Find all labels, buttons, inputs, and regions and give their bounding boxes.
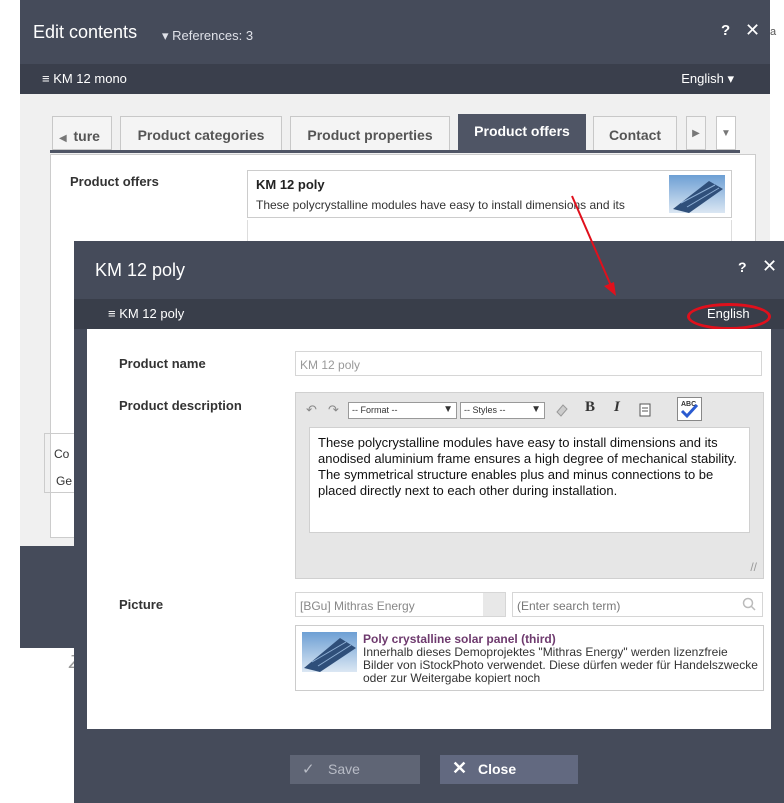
dialog-content: Product name KM 12 poly Product descript… [87, 329, 771, 729]
tab-feature[interactable]: ture [73, 128, 99, 144]
chevron-down-icon: ▼ [443, 404, 453, 415]
tab-product-properties[interactable]: Product properties [290, 116, 450, 150]
dropdown-button[interactable] [483, 593, 505, 616]
picture-label: Picture [119, 597, 164, 612]
content-subtitle: ≡ KM 12 mono [42, 71, 127, 86]
dialog-subbar: ≡ KM 12 poly English [74, 299, 784, 329]
content-subtitle: ≡ KM 12 poly [108, 306, 185, 321]
undo-icon[interactable]: ↶ [306, 402, 317, 418]
picture-description: Innerhalb dieses Demoprojektes "Mithras … [363, 645, 758, 685]
italic-button[interactable]: I [614, 399, 620, 416]
tab-underline [50, 150, 740, 153]
offer-description: These polycrystalline modules have easy … [256, 198, 625, 212]
paste-icon[interactable] [637, 402, 653, 418]
close-button[interactable]: ✕ Close [440, 755, 578, 784]
references-dropdown[interactable]: ▾ References: 3 [162, 28, 253, 44]
dialog-title: Edit contents [33, 22, 138, 42]
fieldset-item: Ge [56, 474, 73, 488]
offer-title: KM 12 poly [256, 177, 325, 192]
picture-result-item[interactable]: Poly crystalline solar panel (third) Inn… [295, 625, 764, 691]
product-offer-item[interactable]: KM 12 poly These polycrystalline modules… [247, 170, 732, 218]
tab-contact[interactable]: Contact [593, 116, 677, 150]
product-name-input[interactable]: KM 12 poly [295, 351, 762, 376]
solar-panel-thumbnail [669, 175, 725, 213]
product-name-label: Product name [119, 356, 206, 371]
bold-button[interactable]: B [585, 399, 595, 416]
resize-handle[interactable]: // [750, 560, 757, 574]
highlight-circle [687, 303, 771, 330]
spellcheck-button[interactable]: ABC [677, 397, 702, 421]
solar-panel-thumbnail [302, 632, 357, 672]
rich-text-editor: ↶ ↷ -- Format -- ▼ -- Styles -- ▼ B I AB… [295, 392, 764, 579]
background-text: a [770, 26, 777, 38]
close-icon[interactable]: ✕ [745, 20, 760, 41]
picture-title: Poly crystalline solar panel (third) [363, 632, 556, 646]
product-description-label: Product description [119, 398, 242, 413]
close-icon: ✕ [452, 758, 468, 778]
format-select[interactable]: -- Format -- ▼ [348, 402, 457, 419]
fieldset-label: Co [54, 447, 70, 461]
close-icon[interactable]: ✕ [762, 256, 777, 277]
eraser-icon[interactable] [554, 402, 570, 418]
edit-offer-dialog: KM 12 poly ? ✕ ≡ KM 12 poly English Prod… [74, 241, 784, 803]
chevron-right-icon[interactable]: ▶ [686, 116, 706, 150]
help-icon[interactable]: ? [721, 22, 730, 39]
help-icon[interactable]: ? [738, 259, 747, 275]
tab-scroll-left[interactable]: ◀ ture [52, 116, 112, 150]
redo-icon[interactable]: ↷ [328, 402, 339, 418]
chevron-down-icon[interactable]: ▼ [716, 116, 736, 150]
language-selector[interactable]: English ▾ [681, 71, 734, 87]
dialog-title: KM 12 poly [95, 260, 186, 280]
dialog-titlebar: Edit contents ▾ References: 3 ? ✕ [20, 0, 770, 64]
styles-select[interactable]: -- Styles -- ▼ [460, 402, 545, 419]
picture-search-input[interactable]: (Enter search term) [512, 592, 763, 617]
search-icon[interactable] [742, 597, 756, 611]
chevron-left-icon: ◀ [59, 133, 67, 144]
spellcheck-icon: ABC [680, 401, 699, 419]
dialog-subbar: ≡ KM 12 mono English ▾ [20, 64, 770, 94]
tab-product-categories[interactable]: Product categories [120, 116, 282, 150]
picture-source-select[interactable]: [BGu] Mithras Energy [295, 592, 506, 617]
tab-product-offers[interactable]: Product offers [458, 114, 586, 152]
save-button[interactable]: ✓ Save [290, 755, 420, 784]
chevron-down-icon: ▼ [531, 404, 541, 415]
checkmark-icon: ✓ [302, 761, 315, 778]
description-editor[interactable]: These polycrystalline modules have easy … [309, 427, 750, 533]
product-offers-label: Product offers [70, 174, 159, 189]
